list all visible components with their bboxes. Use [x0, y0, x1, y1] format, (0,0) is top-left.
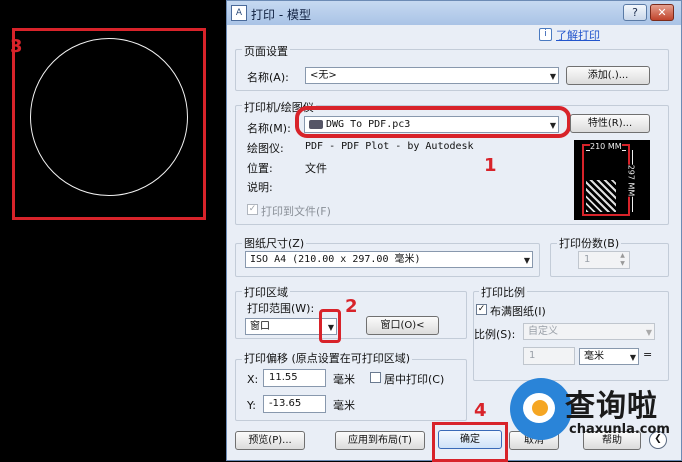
paper-width-label: 210 MM — [590, 142, 622, 151]
page-setup-label: 页面设置 — [242, 43, 290, 59]
printer-highlight-1 — [295, 106, 571, 138]
scale-value-input[interactable]: 1 — [523, 347, 575, 365]
preview-button[interactable]: 预览(P)... — [235, 431, 305, 450]
autocad-app-icon: A — [231, 5, 247, 21]
offset-x-unit: 毫米 — [333, 373, 355, 386]
offset-y-input[interactable]: -13.65 — [263, 395, 326, 413]
chevron-down-icon: ▼ — [645, 328, 652, 337]
page-setup-name-label: 名称(A): — [247, 71, 289, 84]
paper-size-select[interactable]: ISO A4 (210.00 x 297.00 毫米) ▼ — [245, 251, 533, 268]
help-link[interactable]: 了解打印 — [556, 27, 600, 43]
annotation-3: 3 — [10, 36, 23, 57]
scale-label: 比例(S): — [474, 328, 516, 341]
annotation-1: 1 — [484, 155, 497, 176]
ok-button-highlight-4 — [432, 422, 508, 462]
close-icon[interactable]: ✕ — [650, 4, 674, 21]
scale-equals-sign: = — [643, 348, 653, 361]
print-dialog: A 打印 - 模型 ? ✕ i 了解打印 页面设置 名称(A): <无> ▼ 添加… — [226, 0, 682, 462]
annotation-2: 2 — [345, 296, 358, 317]
plot-offset-label: 打印偏移 (原点设置在可打印区域) — [242, 350, 413, 366]
location-label: 位置: — [247, 162, 273, 175]
scale-select[interactable]: 自定义 ▼ — [523, 323, 655, 340]
offset-y-label: Y: — [247, 399, 256, 412]
watermark-text: 查询啦 — [565, 389, 658, 424]
offset-y-unit: 毫米 — [333, 399, 355, 412]
plot-scale-label: 打印比例 — [479, 284, 527, 300]
copies-label: 打印份数(B) — [557, 235, 622, 251]
plotter-label: 绘图仪: — [247, 142, 284, 155]
scale-unit-select[interactable]: 毫米 ▼ — [579, 348, 639, 365]
fit-to-paper-checkbox[interactable]: ✓ — [476, 304, 487, 315]
range-dropdown-highlight-2 — [319, 309, 341, 343]
offset-x-label: X: — [247, 373, 259, 386]
chevron-down-icon: ▼ — [523, 256, 530, 265]
paper-preview: 210 MM 297 MM — [574, 140, 650, 220]
paper-size-label: 图纸尺寸(Z) — [242, 235, 307, 251]
watermark-logo-dot — [532, 400, 548, 416]
select-window-button[interactable]: 窗口(O)< — [366, 316, 439, 335]
apply-to-layout-button[interactable]: 应用到布局(T) — [335, 431, 425, 450]
help-question-icon[interactable]: ? — [623, 4, 647, 21]
annotation-4: 4 — [474, 400, 487, 421]
printable-area-hatch — [586, 180, 616, 212]
drawn-circle — [30, 38, 188, 196]
location-value: 文件 — [305, 162, 327, 175]
dialog-titlebar[interactable]: A 打印 - 模型 ? ✕ — [227, 1, 681, 25]
printer-properties-button[interactable]: 特性(R)... — [570, 114, 650, 133]
plot-area-label: 打印区域 — [242, 284, 290, 300]
print-to-file-label: 打印到文件(F) — [261, 205, 331, 218]
offset-x-input[interactable]: 11.55 — [263, 369, 326, 387]
chevron-down-icon: ▼ — [549, 72, 556, 81]
description-label: 说明: — [247, 181, 273, 194]
add-page-setup-button[interactable]: 添加(.)... — [566, 66, 650, 85]
print-to-file-checkbox[interactable]: ✓ — [247, 204, 258, 215]
dialog-title: 打印 - 模型 — [251, 8, 311, 22]
plot-range-label: 打印范围(W): — [247, 302, 315, 315]
watermark-url: chaxunla.com — [569, 422, 670, 437]
page-setup-name-select[interactable]: <无> ▼ — [305, 67, 559, 84]
paper-height-label: 297 MM — [626, 164, 636, 197]
printer-name-label: 名称(M): — [247, 122, 291, 135]
plotter-value: PDF - PDF Plot - by Autodesk — [305, 141, 474, 152]
info-icon: i — [539, 28, 552, 41]
center-plot-checkbox[interactable] — [370, 372, 381, 383]
center-plot-label: 居中打印(C) — [384, 373, 445, 386]
copies-spinner[interactable]: ▲ ▼ — [617, 252, 628, 268]
fit-to-paper-label: 布满图纸(I) — [490, 305, 546, 318]
chevron-down-icon: ▼ — [629, 353, 636, 362]
